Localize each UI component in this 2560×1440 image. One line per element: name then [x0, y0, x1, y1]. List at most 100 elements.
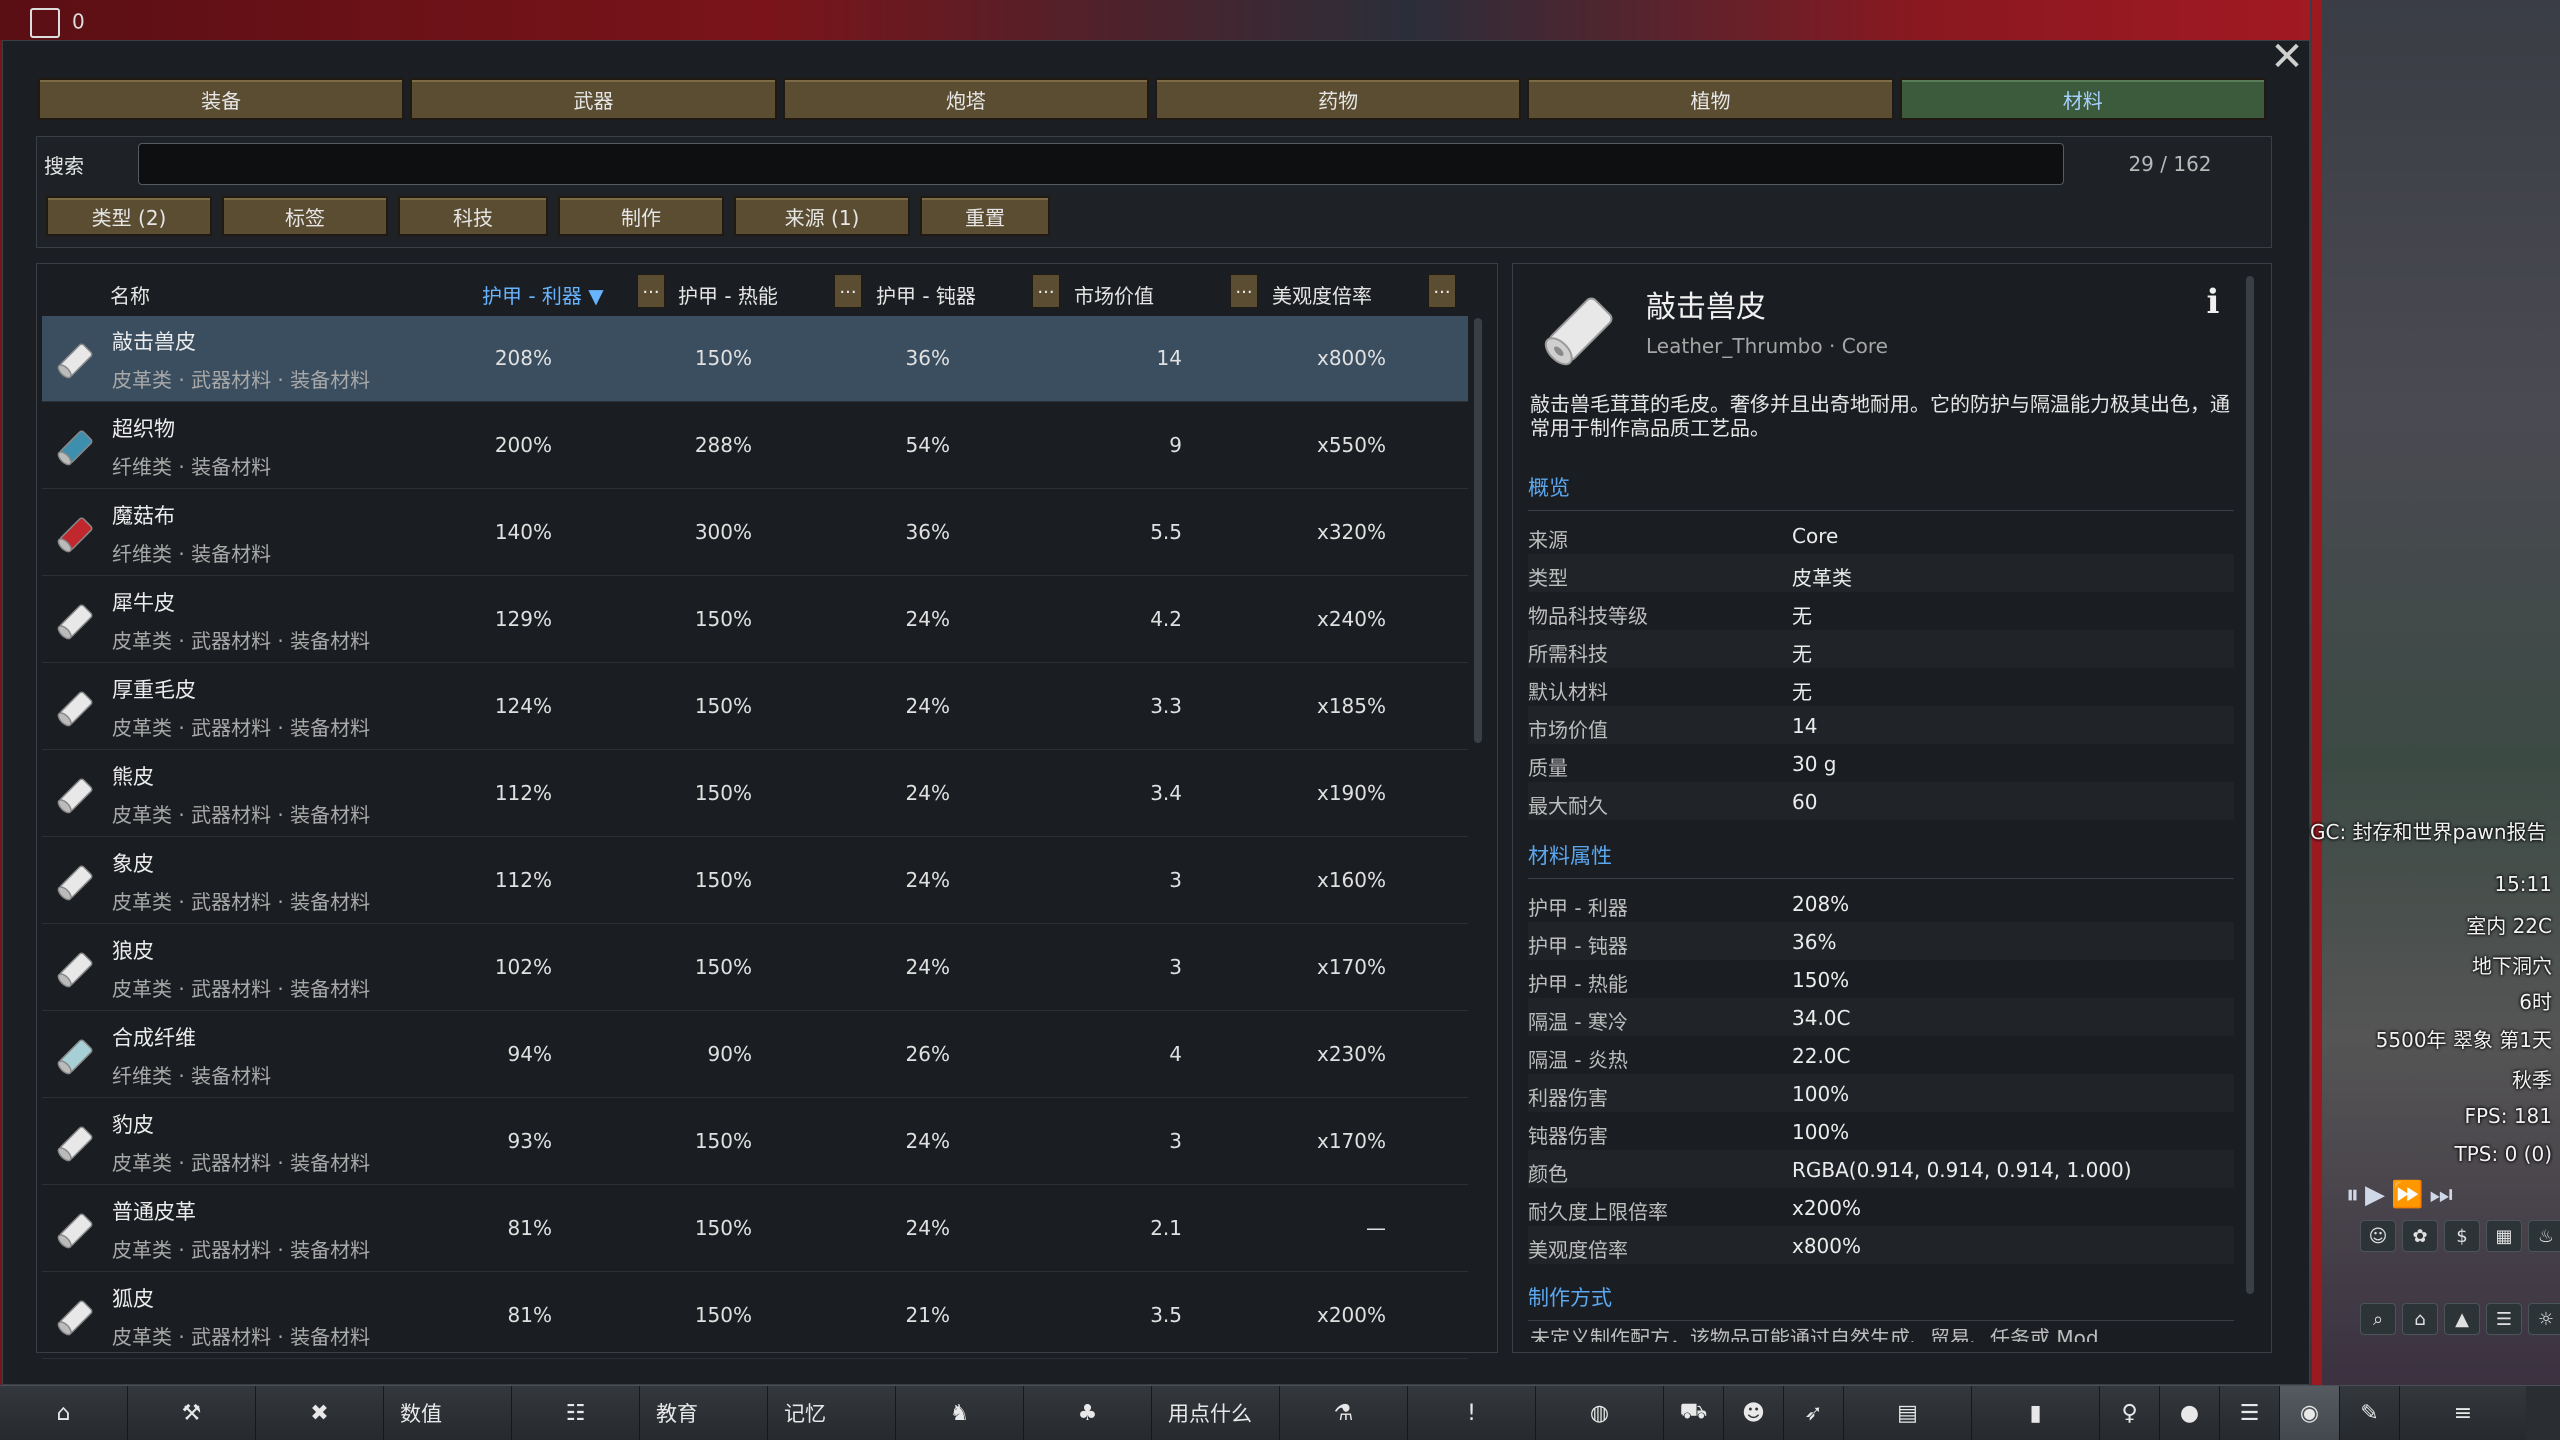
filter-tags-button[interactable]: 标签 [222, 196, 388, 236]
world-button[interactable]: ◍ [1536, 1386, 1664, 1440]
search-input[interactable] [138, 143, 2064, 185]
learning-button[interactable]: ♀ [2100, 1386, 2160, 1440]
tab-drugs[interactable]: 药物 [1154, 78, 1522, 120]
animal-icon: ♞ [949, 1400, 970, 1426]
table-row[interactable]: 普通皮革 皮革类 · 武器材料 · 装备材料 81% 150% 24% 2.1 — [42, 1186, 1468, 1272]
tab-equipment[interactable]: 装备 [38, 78, 405, 120]
overlay-light-icon[interactable]: ☼ [2528, 1303, 2560, 1335]
stats-button[interactable]: 数值 [384, 1386, 512, 1440]
column-options-button[interactable]: ... [637, 274, 665, 308]
property-value: x200% [1792, 1196, 1862, 1220]
row-armor-heat: 150% [694, 955, 752, 979]
overlay-money-icon[interactable]: $ [2444, 1220, 2480, 1252]
colonist-counter[interactable]: 0 [30, 8, 85, 38]
education-button[interactable]: 教育 [640, 1386, 768, 1440]
home-button[interactable]: ⌂ [0, 1386, 128, 1440]
ideology-button[interactable]: ➶ [1784, 1386, 1844, 1440]
animals-button[interactable]: ♞ [896, 1386, 1024, 1440]
table-row[interactable]: 厚重毛皮 皮革类 · 武器材料 · 装备材料 124% 150% 24% 3.3 x185% [42, 664, 1468, 750]
fast-forward-icon[interactable]: ⏩ [2391, 1180, 2429, 1210]
table-row[interactable]: 犀牛皮 皮革类 · 武器材料 · 装备材料 129% 150% 24% 4.2 x240% [42, 577, 1468, 663]
overlay-pawn-icon[interactable]: ☺ [2360, 1220, 2396, 1252]
table-row[interactable]: 狐皮 皮革类 · 武器材料 · 装备材料 81% 150% 21% 3.5 x200% [42, 1273, 1468, 1359]
detail-property-row: 类型 皮革类 [1528, 554, 2234, 592]
filter-tech-button[interactable]: 科技 [398, 196, 548, 236]
play-icon[interactable]: ▶ [2365, 1180, 2391, 1210]
architect-button[interactable]: ⚒ [128, 1386, 256, 1440]
edit-icon: ✎ [2360, 1400, 2379, 1426]
detail-scrollbar[interactable] [2246, 276, 2254, 1294]
schedule-button[interactable]: ☷ [512, 1386, 640, 1440]
overlay-temp-icon[interactable]: ♨ [2528, 1220, 2560, 1252]
quests-button[interactable]: ! [1408, 1386, 1536, 1440]
table-row[interactable]: 超织物 纤维类 · 装备材料 200% 288% 54% 9 x550% [42, 403, 1468, 489]
colonist-icon [30, 8, 60, 38]
row-armor-blunt: 24% [905, 1216, 950, 1240]
column-armor-sharp[interactable]: 护甲 - 利器 ▼ [482, 280, 604, 309]
column-options-button[interactable]: ... [834, 274, 862, 308]
table-row[interactable]: 象皮 皮革类 · 武器材料 · 装备材料 112% 150% 24% 3 x160% [42, 838, 1468, 924]
overlay-room-icon[interactable]: ▦ [2486, 1220, 2522, 1252]
filter-type-button[interactable]: 类型 (2) [46, 196, 212, 236]
hour-readout: 6时 [2519, 990, 2552, 1014]
table-row[interactable]: 熊皮 皮革类 · 武器材料 · 装备材料 112% 150% 24% 3.4 x190% [42, 751, 1468, 837]
filter-craft-button[interactable]: 制作 [558, 196, 724, 236]
stats-chart-button[interactable]: ▮ [1972, 1386, 2100, 1440]
column-market-value[interactable]: 市场价值 [1074, 280, 1154, 309]
what-to-use-button[interactable]: 用点什么 [1152, 1386, 1280, 1440]
tab-turrets[interactable]: 炮塔 [782, 78, 1149, 120]
table-row[interactable]: 豹皮 皮革类 · 武器材料 · 装备材料 93% 150% 24% 3 x170% [42, 1099, 1468, 1185]
property-key: 耐久度上限倍率 [1528, 1200, 1668, 1224]
table-row[interactable]: 魔菇布 纤维类 · 装备材料 140% 300% 36% 5.5 x320% [42, 490, 1468, 576]
table-row[interactable]: 合成纤维 纤维类 · 装备材料 94% 90% 26% 4 x230% [42, 1012, 1468, 1098]
search-label: 搜索 [44, 154, 84, 178]
ultra-speed-icon[interactable]: ⏭ [2429, 1180, 2458, 1210]
menu-list-button[interactable]: ☰ [2220, 1386, 2280, 1440]
row-tags: 纤维类 · 装备材料 [112, 455, 272, 479]
overlay-home-icon[interactable]: ⌂ [2402, 1303, 2438, 1335]
overlay-roof-icon[interactable]: ▲ [2444, 1303, 2480, 1335]
overlay-list-icon[interactable]: ☰ [2486, 1303, 2522, 1335]
column-options-button[interactable]: ... [1230, 274, 1258, 308]
property-key: 市场价值 [1528, 718, 1608, 742]
table-row[interactable]: 敲击兽皮 皮革类 · 武器材料 · 装备材料 208% 150% 36% 14 x800% [42, 316, 1468, 402]
pause-icon[interactable]: ⏸ [2346, 1180, 2365, 1210]
row-market-value: 3.5 [1150, 1303, 1182, 1327]
column-armor-heat[interactable]: 护甲 - 热能 [678, 280, 778, 309]
row-market-value: 2.1 [1150, 1216, 1182, 1240]
row-tags: 皮革类 · 武器材料 · 装备材料 [112, 716, 371, 740]
history-button[interactable]: ▤ [1844, 1386, 1972, 1440]
wildlife-button[interactable]: ♣ [1024, 1386, 1152, 1440]
tab-weapons[interactable]: 武器 [410, 78, 777, 120]
table-row[interactable]: 狼皮 皮革类 · 武器材料 · 装备材料 102% 150% 24% 3 x170% [42, 925, 1468, 1011]
column-options-button[interactable]: ... [1428, 274, 1456, 308]
property-value: 150% [1792, 968, 1850, 992]
column-armor-blunt[interactable]: 护甲 - 钝器 [876, 280, 976, 309]
psycasts-button[interactable]: ● [2160, 1386, 2220, 1440]
tab-materials[interactable]: 材料 [1899, 78, 2266, 120]
table-scrollbar[interactable] [1474, 318, 1482, 743]
trade-button[interactable]: ⛟ [1664, 1386, 1724, 1440]
database-button[interactable]: ◉ [2280, 1386, 2340, 1440]
game-world-map[interactable] [2310, 0, 2560, 1385]
close-button[interactable]: ✕ [2268, 37, 2306, 77]
tab-plants[interactable]: 植物 [1527, 78, 1894, 120]
main-menu-button[interactable]: ≡ [2400, 1386, 2526, 1440]
row-market-value: 3 [1169, 955, 1182, 979]
gc-message[interactable]: GC: 封存和世界pawn报告 [2310, 816, 2547, 845]
reset-button[interactable]: 重置 [920, 196, 1050, 236]
time-speed-controls[interactable]: ⏸▶⏩⏭ [2346, 1180, 2459, 1211]
info-button[interactable]: i [2198, 282, 2228, 322]
filter-source-button[interactable]: 来源 (1) [734, 196, 910, 236]
overlay-beauty-icon[interactable]: ✿ [2402, 1220, 2438, 1252]
column-name[interactable]: 名称 [110, 280, 150, 309]
memory-button[interactable]: 记忆 [768, 1386, 896, 1440]
column-beauty-factor[interactable]: 美观度倍率 [1272, 280, 1372, 309]
factions-button[interactable]: ☻ [1724, 1386, 1784, 1440]
work-button[interactable]: ✖ [256, 1386, 384, 1440]
notes-button[interactable]: ✎ [2340, 1386, 2400, 1440]
row-name: 熊皮 [112, 765, 154, 789]
column-options-button[interactable]: ... [1032, 274, 1060, 308]
research-button[interactable]: ⚗ [1280, 1386, 1408, 1440]
overlay-search-icon[interactable]: ⌕ [2360, 1303, 2396, 1335]
